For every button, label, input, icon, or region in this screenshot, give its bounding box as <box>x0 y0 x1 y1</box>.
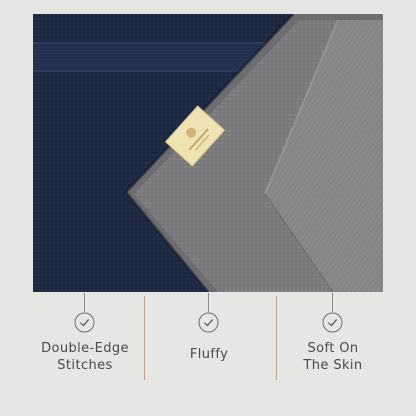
connector-line <box>208 293 209 312</box>
towel-illustration <box>33 14 383 292</box>
feature-label: Fluffy <box>189 347 229 362</box>
feature-label: Soft On The Skin <box>303 341 363 373</box>
feature-double-edge-stitches: Double-Edge Stitches <box>24 293 146 416</box>
feature-divider <box>144 296 145 380</box>
product-feature-card: Double-Edge Stitches Fluffy Soft On The … <box>0 0 416 416</box>
feature-fluffy: Fluffy <box>148 293 270 416</box>
connector-line <box>332 293 333 312</box>
towel-photo <box>33 14 383 292</box>
feature-soft-on-the-skin: Soft On The Skin <box>272 293 394 416</box>
check-circle-icon <box>74 312 95 333</box>
feature-list: Double-Edge Stitches Fluffy Soft On The … <box>24 293 392 416</box>
check-circle-icon <box>198 312 219 333</box>
check-circle-icon <box>322 312 343 333</box>
connector-line <box>84 293 85 312</box>
feature-label: Double-Edge Stitches <box>41 341 129 373</box>
